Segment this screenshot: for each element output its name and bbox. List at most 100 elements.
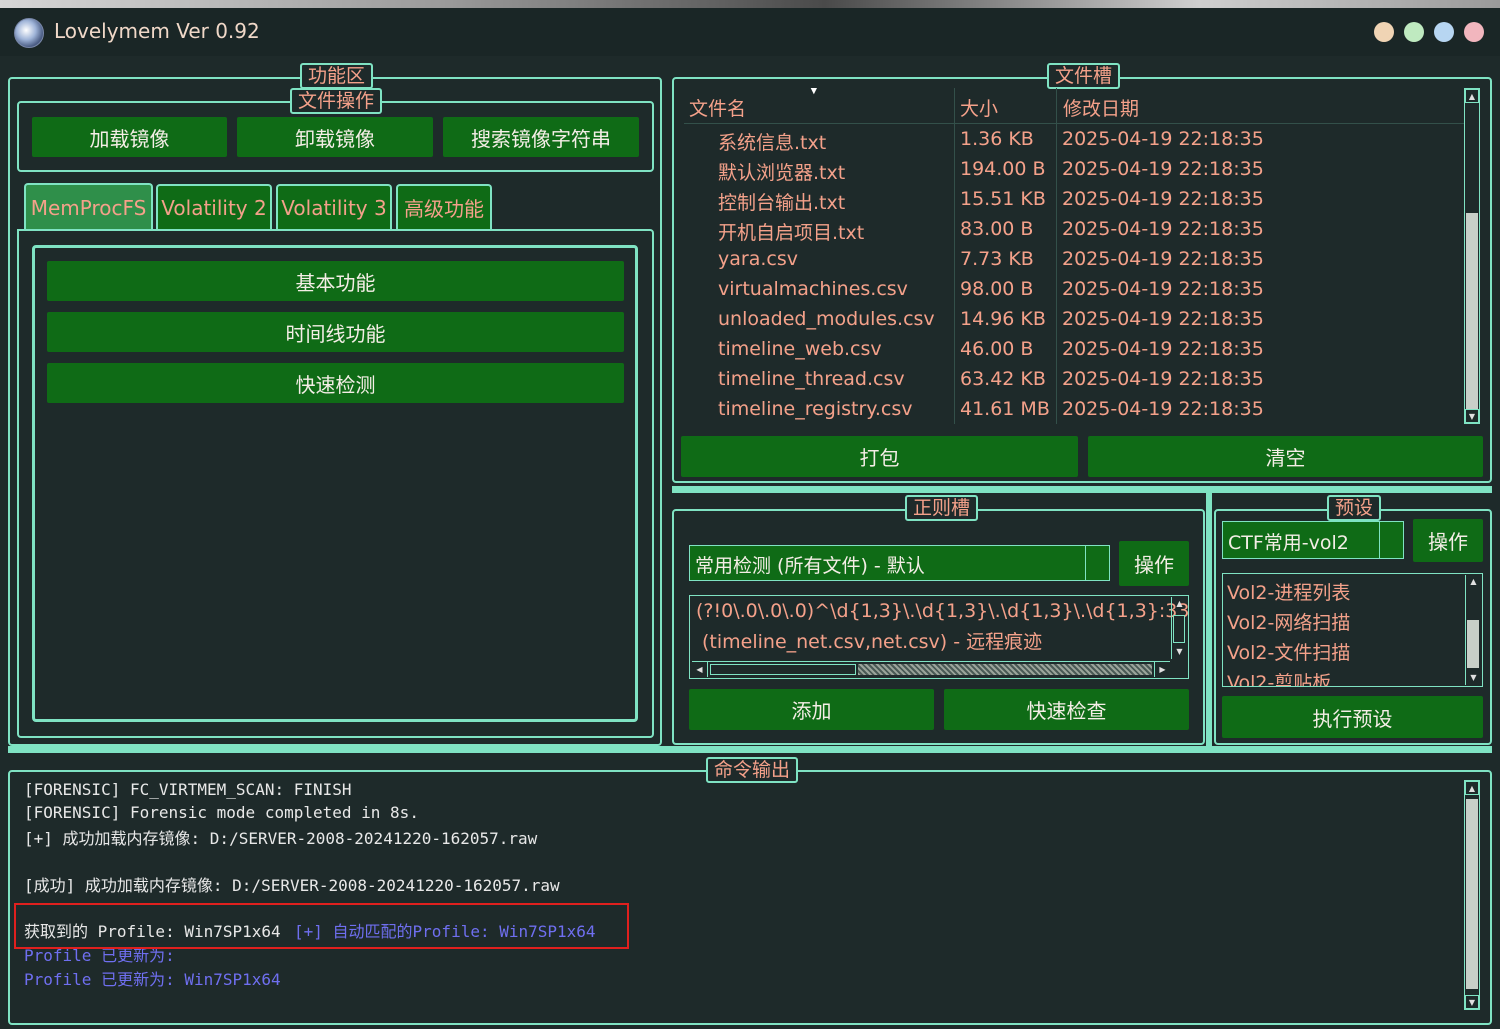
sort-chevron-icon: ▼ xyxy=(810,88,818,96)
output-line: [FORENSIC] Forensic mode completed in 8s… xyxy=(24,803,419,822)
column-size[interactable]: 大小 xyxy=(960,94,998,121)
file-size: 83.00 B xyxy=(960,218,1034,240)
scroll-up-icon[interactable]: ▲ xyxy=(1465,781,1479,795)
regex-pattern: (?!0\.0\.0\.0)^\d{1,3}\.\d{1,3}\.\d{1,3}… xyxy=(696,600,1189,622)
preset-select[interactable]: CTF常用-vol2 xyxy=(1222,521,1404,559)
file-size: 41.61 MB xyxy=(960,398,1050,420)
command-output-text[interactable]: [FORENSIC] FC_VIRTMEM_SCAN: FINISH [FORE… xyxy=(16,778,1462,1014)
regex-select[interactable]: 常用检测 (所有文件) - 默认 xyxy=(689,545,1110,581)
preset-op-button[interactable]: 操作 xyxy=(1413,519,1483,562)
regex-hscroll[interactable]: ◀ ▶ xyxy=(692,661,1170,677)
file-date: 2025-04-19 22:18:35 xyxy=(1062,128,1264,150)
preset-list[interactable]: Vol2-进程列表 Vol2-网络扫描 Vol2-文件扫描 Vol2-剪贴板 ▲… xyxy=(1222,573,1483,687)
file-name: timeline_web.csv xyxy=(718,338,882,360)
file-row[interactable]: virtualmachines.csv 98.00 B 2025-04-19 22:… xyxy=(684,276,1464,306)
file-size: 46.00 B xyxy=(960,338,1034,360)
file-row[interactable]: unloaded_modules.csv 14.96 KB 2025-04-19 2… xyxy=(684,306,1464,336)
splitter-vertical[interactable] xyxy=(1206,493,1212,747)
regex-textbox[interactable]: (?!0\.0\.0\.0)^\d{1,3}\.\d{1,3}\.\d{1,3}… xyxy=(689,595,1189,679)
file-date: 2025-04-19 22:18:35 xyxy=(1062,248,1264,270)
highlight-box xyxy=(14,903,629,949)
scrollbar-thumb[interactable] xyxy=(1467,620,1479,668)
file-row[interactable]: 开机自启项目.txt 83.00 B 2025-04-19 22:18:35 xyxy=(684,216,1464,246)
scroll-up-icon[interactable]: ▲ xyxy=(1465,89,1479,103)
preset-item[interactable]: Vol2-剪贴板 xyxy=(1227,668,1331,686)
pack-button[interactable]: 打包 xyxy=(681,436,1078,477)
file-size: 7.73 KB xyxy=(960,248,1034,270)
file-row[interactable]: 默认浏览器.txt 194.00 B 2025-04-19 22:18:35 xyxy=(684,156,1464,186)
output-line: [成功] 成功加载内存镜像: D:/SERVER-2008-20241220-1… xyxy=(24,876,560,895)
file-name: timeline_registry.csv xyxy=(718,398,913,420)
preset-item[interactable]: Vol2-网络扫描 xyxy=(1227,608,1350,635)
scroll-up-icon[interactable]: ▲ xyxy=(1172,597,1187,611)
tab-volatility2[interactable]: Volatility 2 xyxy=(156,184,272,229)
minimize-button[interactable] xyxy=(1374,22,1394,42)
dropdown-button[interactable] xyxy=(1379,522,1403,558)
run-preset-button[interactable]: 执行预设 xyxy=(1222,696,1483,738)
splitter-horizontal[interactable] xyxy=(672,486,1492,493)
preset-item[interactable]: Vol2-进程列表 xyxy=(1227,578,1350,605)
file-name: 默认浏览器.txt xyxy=(718,162,846,184)
unload-image-button[interactable]: 卸载镜像 xyxy=(237,117,433,157)
scroll-down-icon[interactable]: ▼ xyxy=(1465,409,1479,423)
clear-button[interactable]: 清空 xyxy=(1088,436,1483,477)
file-row[interactable]: timeline_web.csv 46.00 B 2025-04-19 22:18:… xyxy=(684,336,1464,366)
scroll-up-icon[interactable]: ▲ xyxy=(1466,575,1481,589)
file-name: timeline_thread.csv xyxy=(718,368,905,390)
file-row[interactable]: yara.csv 7.73 KB 2025-04-19 22:18:35 xyxy=(684,246,1464,276)
title-bar: Lovelymem Ver 0.92 xyxy=(0,8,1500,56)
file-row[interactable]: 控制台输出.txt 15.51 KB 2025-04-19 22:18:35 xyxy=(684,186,1464,216)
timeline-functions-button[interactable]: 时间线功能 xyxy=(47,312,624,352)
scroll-right-icon[interactable]: ▶ xyxy=(1154,662,1170,677)
regex-slot-legend: 正则槽 xyxy=(905,495,979,521)
restore-button[interactable] xyxy=(1434,22,1454,42)
scrollbar-thumb[interactable] xyxy=(1466,213,1478,409)
regex-vscroll[interactable]: ▲ ▼ xyxy=(1171,597,1187,659)
file-date: 2025-04-19 22:18:35 xyxy=(1062,308,1264,330)
scrollbar-thumb[interactable] xyxy=(710,664,856,675)
scroll-down-icon[interactable]: ▼ xyxy=(1172,645,1187,659)
maximize-button[interactable] xyxy=(1404,22,1424,42)
scroll-down-icon[interactable]: ▼ xyxy=(1466,671,1481,685)
scrollbar-thumb[interactable] xyxy=(1466,799,1478,989)
file-name: yara.csv xyxy=(718,248,798,270)
tab-memprocfs[interactable]: MemProcFS xyxy=(24,183,153,230)
column-modified[interactable]: 修改日期 xyxy=(1063,94,1139,121)
app-logo-icon xyxy=(14,18,44,48)
output-scrollbar[interactable]: ▲ ▼ xyxy=(1464,780,1480,1010)
scroll-left-icon[interactable]: ◀ xyxy=(692,662,708,677)
search-strings-button[interactable]: 搜索镜像字符串 xyxy=(443,117,639,157)
file-table: 文件名 ▼ 大小 修改日期 系统信息.txt 1.36 KB 2025-04-19 … xyxy=(684,88,1464,424)
file-date: 2025-04-19 22:18:35 xyxy=(1062,278,1264,300)
scrollbar-thumb[interactable] xyxy=(1173,615,1185,643)
dropdown-button[interactable] xyxy=(1085,546,1109,580)
preset-item[interactable]: Vol2-文件扫描 xyxy=(1227,638,1350,665)
file-table-scrollbar[interactable]: ▲ ▼ xyxy=(1464,88,1480,424)
add-regex-button[interactable]: 添加 xyxy=(689,689,934,730)
scroll-down-icon[interactable]: ▼ xyxy=(1465,995,1479,1009)
splitter-bottom[interactable] xyxy=(8,746,1492,753)
preset-vscroll[interactable]: ▲ ▼ xyxy=(1465,575,1481,685)
file-table-header: 文件名 ▼ 大小 修改日期 xyxy=(684,88,1464,124)
regex-op-button[interactable]: 操作 xyxy=(1119,541,1189,586)
file-name: 开机自启项目.txt xyxy=(718,222,865,244)
file-row[interactable]: 系统信息.txt 1.36 KB 2025-04-19 22:18:35 xyxy=(684,126,1464,156)
tab-volatility3[interactable]: Volatility 3 xyxy=(276,184,392,229)
column-filename[interactable]: 文件名 xyxy=(689,94,746,121)
close-button[interactable] xyxy=(1464,22,1484,42)
file-name: unloaded_modules.csv xyxy=(718,308,935,330)
file-row[interactable]: timeline_registry.csv 41.61 MB 2025-04-19 … xyxy=(684,396,1464,424)
file-slot-legend: 文件槽 xyxy=(1047,63,1121,89)
quick-detect-button[interactable]: 快速检测 xyxy=(47,363,624,403)
preset-legend: 预设 xyxy=(1327,495,1382,521)
file-row[interactable]: timeline_thread.csv 63.42 KB 2025-04-19 22… xyxy=(684,366,1464,396)
file-name: virtualmachines.csv xyxy=(718,278,908,300)
tab-advanced[interactable]: 高级功能 xyxy=(396,184,492,229)
file-size: 194.00 B xyxy=(960,158,1046,180)
output-line: Profile 已更新为: Win7SP1x64 xyxy=(24,970,281,989)
scrollbar-track[interactable] xyxy=(858,664,1152,675)
load-image-button[interactable]: 加载镜像 xyxy=(32,117,227,157)
basic-functions-button[interactable]: 基本功能 xyxy=(47,261,624,301)
file-date: 2025-04-19 22:18:35 xyxy=(1062,158,1264,180)
quick-check-button[interactable]: 快速检查 xyxy=(944,689,1189,730)
